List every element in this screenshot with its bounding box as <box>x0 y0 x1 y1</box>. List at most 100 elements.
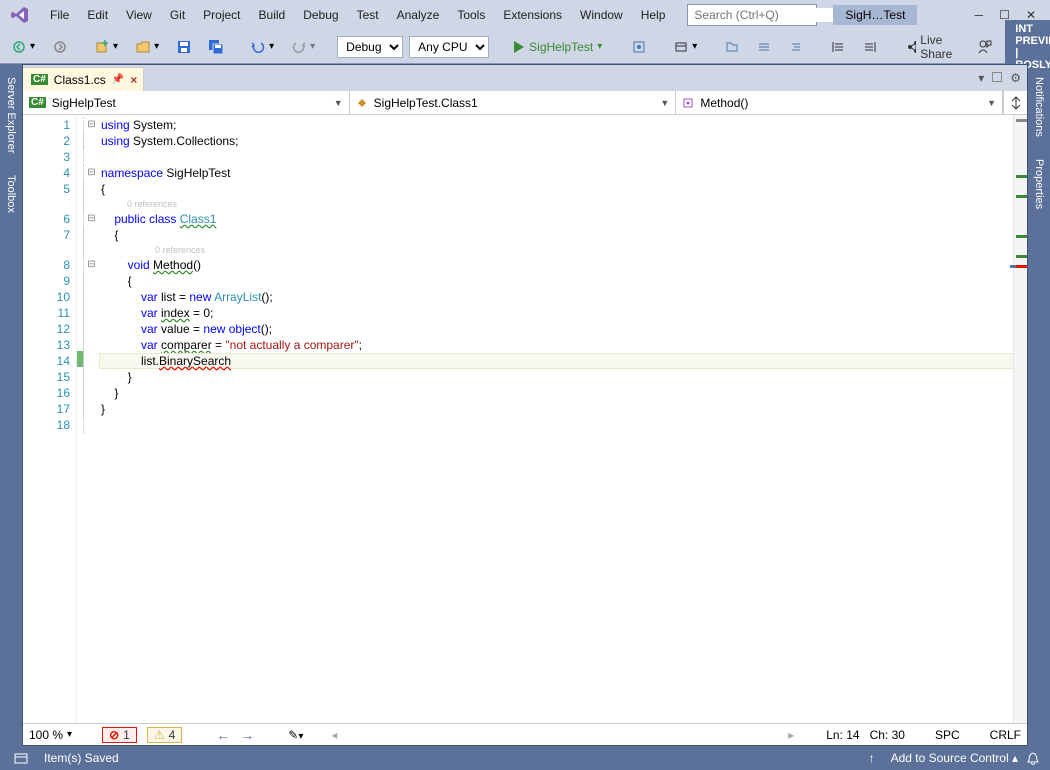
chevron-down-icon: ▼ <box>334 98 343 108</box>
feedback-button[interactable] <box>971 35 999 59</box>
zoom-control[interactable]: 100 %▾ <box>29 728 72 742</box>
nav-member-label: Method() <box>700 96 748 110</box>
close-tab-button[interactable]: × <box>130 73 137 87</box>
tab-overflow-button[interactable]: ▾ <box>978 71 984 85</box>
notifications-tab[interactable]: Notifications <box>1028 68 1050 146</box>
toolbar-icon-e[interactable] <box>783 35 809 59</box>
nav-back-button[interactable]: ▾ <box>6 35 41 59</box>
fold-margin[interactable]: ⊟⊟⊟⊟ <box>83 115 99 723</box>
toggle-preview-button[interactable] <box>992 71 1002 85</box>
live-share-label: Live Share <box>920 33 957 61</box>
live-share-button[interactable]: Live Share <box>899 33 965 61</box>
notifications-bell-icon[interactable] <box>1026 751 1050 765</box>
new-item-button[interactable]: ▾ <box>89 35 124 59</box>
method-icon <box>682 97 694 109</box>
document-tab-label: Class1.cs <box>54 73 106 87</box>
next-issue-button[interactable]: → <box>240 727 254 743</box>
code-area[interactable]: 12345 67 89101112131415161718 ⊟⊟⊟⊟ using… <box>23 115 1027 723</box>
warning-count[interactable]: ⚠4 <box>147 727 182 743</box>
menu-extensions[interactable]: Extensions <box>495 4 570 26</box>
csharp-icon: C# <box>29 97 46 108</box>
toolbar-icon-g[interactable] <box>857 35 883 59</box>
main-row: Server Explorer Toolbox C# Class1.cs 📌 ×… <box>0 64 1050 746</box>
document-tab-row: C# Class1.cs 📌 × ▾ ⚙ <box>23 65 1027 91</box>
caret-line: Ln: 14 <box>826 728 859 742</box>
config-select[interactable]: Debug <box>337 36 403 58</box>
platform-select[interactable]: Any CPU <box>409 36 489 58</box>
code-text[interactable]: using System; using System.Collections; … <box>99 115 1013 723</box>
pin-icon[interactable]: 📌 <box>112 74 124 85</box>
csharp-icon: C# <box>31 74 48 85</box>
toolbox-tab[interactable]: Toolbox <box>0 166 22 222</box>
menu-view[interactable]: View <box>118 4 160 26</box>
pen-icon[interactable]: ✎▾ <box>288 728 303 742</box>
nav-project-combo[interactable]: C# SigHelpTest ▼ <box>23 91 350 114</box>
nav-class-label: SigHelpTest.Class1 <box>374 96 478 110</box>
vs-logo-icon <box>8 3 32 27</box>
hscroll-left[interactable]: ◂ <box>331 728 337 742</box>
save-all-button[interactable] <box>203 35 229 59</box>
status-icon <box>6 751 36 765</box>
editor: C# Class1.cs 📌 × ▾ ⚙ C# SigHelpTest ▼ Si… <box>22 64 1028 746</box>
warning-icon: ⚠ <box>154 728 165 742</box>
toolbar-icon-f[interactable] <box>825 35 851 59</box>
split-editor-button[interactable] <box>1003 91 1027 114</box>
menu-file[interactable]: File <box>42 4 77 26</box>
menu-git[interactable]: Git <box>162 4 193 26</box>
search-box[interactable] <box>687 4 817 26</box>
nav-fwd-button[interactable] <box>47 35 73 59</box>
chevron-down-icon: ▼ <box>987 98 996 108</box>
menu-build[interactable]: Build <box>251 4 294 26</box>
server-explorer-tab[interactable]: Server Explorer <box>0 68 22 162</box>
tab-options-button[interactable]: ⚙ <box>1010 71 1021 85</box>
start-debug-button[interactable]: SigHelpTest ▾ <box>505 40 610 54</box>
menu-tools[interactable]: Tools <box>449 4 493 26</box>
redo-button[interactable]: ▾ <box>286 35 321 59</box>
error-count[interactable]: ⊘1 <box>102 727 137 743</box>
source-control-button[interactable]: Add to Source Control ▴ <box>883 751 1026 765</box>
menu-analyze[interactable]: Analyze <box>389 4 448 26</box>
minimize-button[interactable]: ─ <box>975 8 984 22</box>
menu-test[interactable]: Test <box>349 4 387 26</box>
nav-project-label: SigHelpTest <box>52 96 116 110</box>
error-strip: 100 %▾ ⊘1 ⚠4 ← → ✎▾ ◂ ▸ Ln: 14 Ch: 30 SP… <box>23 723 1027 745</box>
toolbar-icon-c[interactable] <box>719 35 745 59</box>
caret-col: Ch: 30 <box>870 728 905 742</box>
overview-scrollbar[interactable] <box>1013 115 1027 723</box>
hscroll-right[interactable]: ▸ <box>788 728 794 742</box>
start-target-label: SigHelpTest <box>529 40 593 54</box>
search-input[interactable] <box>694 8 849 22</box>
eol-mode[interactable]: CRLF <box>990 728 1021 742</box>
error-icon: ⊘ <box>109 728 119 742</box>
menu-help[interactable]: Help <box>633 4 674 26</box>
codelens-refs[interactable]: 0 references <box>99 243 1013 257</box>
left-side-panel: Server Explorer Toolbox <box>0 64 22 746</box>
nav-class-combo[interactable]: SigHelpTest.Class1 ▼ <box>350 91 677 114</box>
menu-window[interactable]: Window <box>572 4 631 26</box>
whitespace-mode[interactable]: SPC <box>935 728 960 742</box>
prev-issue-button[interactable]: ← <box>216 727 230 743</box>
open-file-button[interactable]: ▾ <box>130 35 165 59</box>
right-side-panel: Notifications Properties <box>1028 64 1050 746</box>
toolbar-icon-b[interactable]: ▾ <box>668 35 703 59</box>
document-tab[interactable]: C# Class1.cs 📌 × <box>23 67 144 91</box>
main-menu: File Edit View Git Project Build Debug T… <box>42 4 673 26</box>
line-number-gutter: 12345 67 89101112131415161718 <box>23 115 77 723</box>
codelens-refs[interactable]: 0 references <box>99 197 1013 211</box>
solution-name[interactable]: SigH…Test <box>833 5 917 25</box>
menu-debug[interactable]: Debug <box>295 4 346 26</box>
menu-project[interactable]: Project <box>195 4 248 26</box>
toolbar-icon-a[interactable] <box>626 35 652 59</box>
properties-tab[interactable]: Properties <box>1028 150 1050 218</box>
chevron-down-icon: ▼ <box>660 98 669 108</box>
save-button[interactable] <box>171 35 197 59</box>
class-icon <box>356 97 368 109</box>
navigation-bar: C# SigHelpTest ▼ SigHelpTest.Class1 ▼ Me… <box>23 91 1027 115</box>
toolbar: ▾ ▾ ▾ ▾ ▾ Debug Any CPU SigHelpTest ▾ ▾ … <box>0 30 1050 64</box>
undo-button[interactable]: ▾ <box>245 35 280 59</box>
nav-member-combo[interactable]: Method() ▼ <box>676 91 1003 114</box>
toolbar-icon-d[interactable] <box>751 35 777 59</box>
status-bar: Item(s) Saved ↑ Add to Source Control ▴ <box>0 746 1050 770</box>
menu-edit[interactable]: Edit <box>79 4 116 26</box>
publish-icon[interactable]: ↑ <box>861 751 883 765</box>
